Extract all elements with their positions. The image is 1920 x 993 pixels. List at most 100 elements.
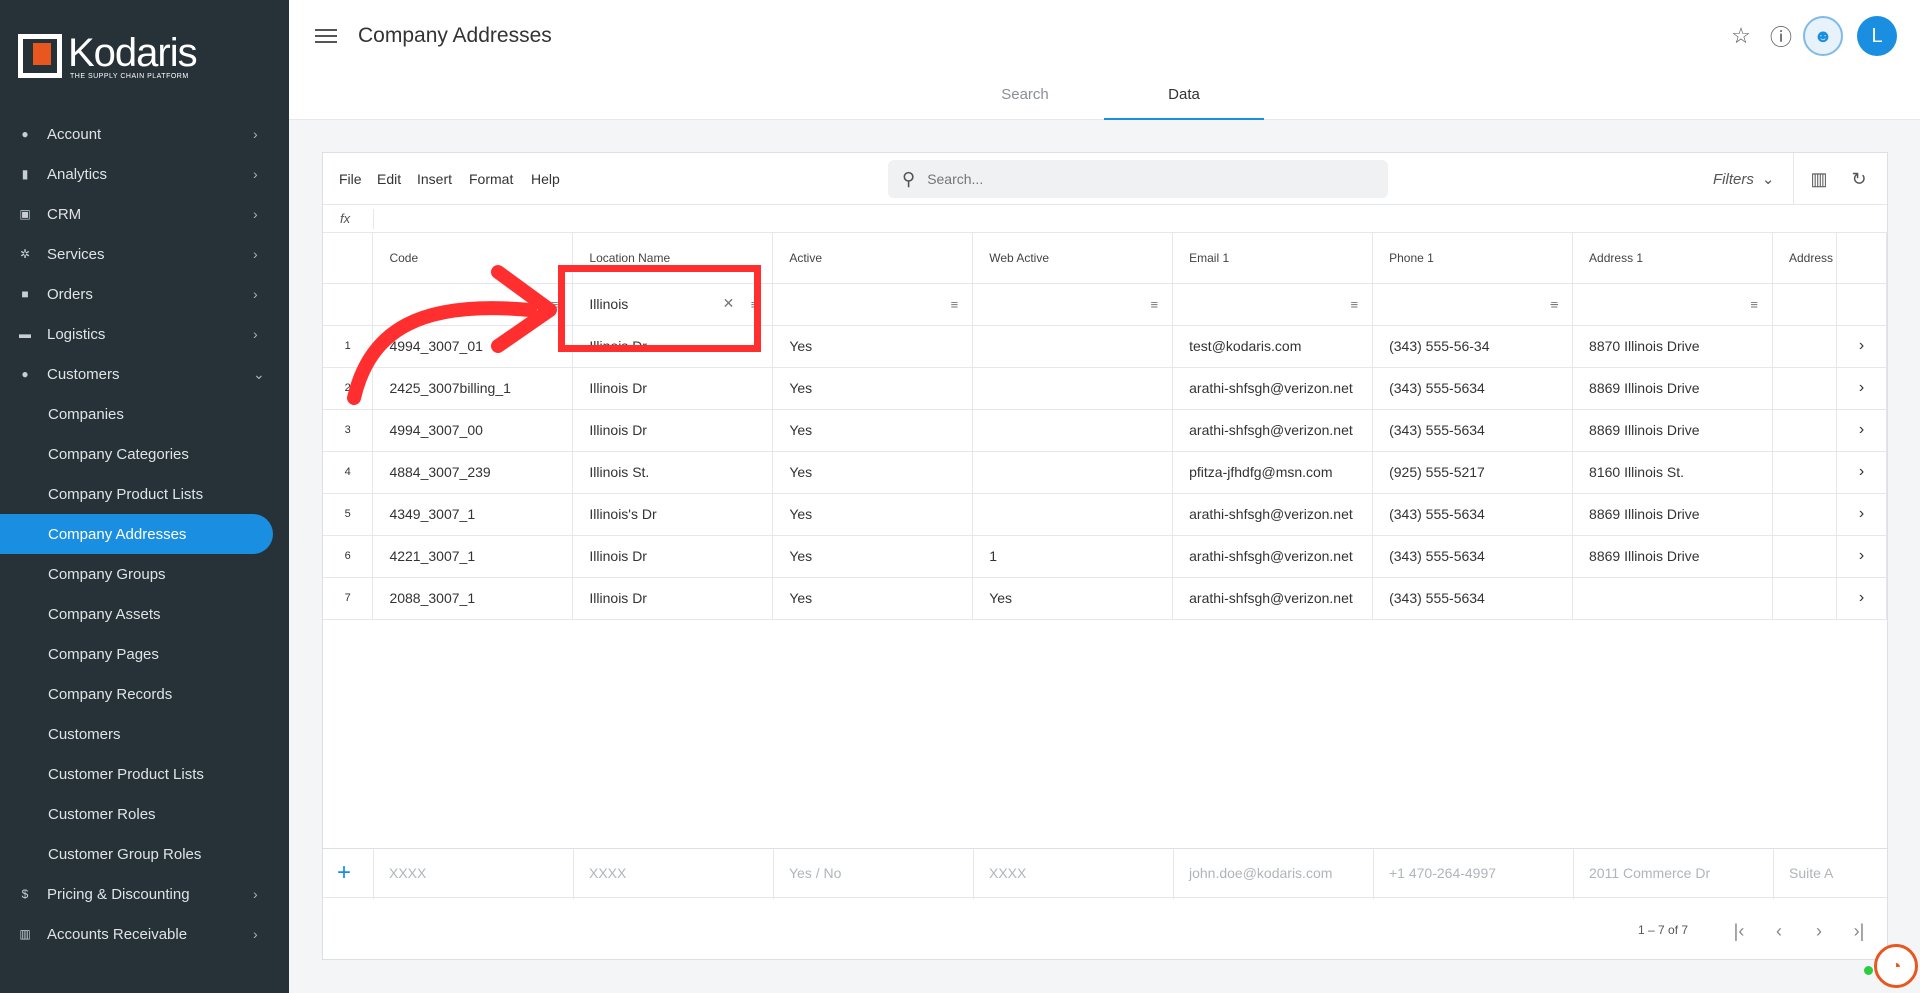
cell-active[interactable]: Yes [772, 493, 974, 536]
cell-email[interactable]: arathi-shfsgh@verizon.net [1172, 409, 1374, 452]
sidebar-item-services[interactable]: ✲ Services › [0, 234, 289, 274]
filter-icon[interactable]: ≡ [951, 297, 959, 312]
cell-address-2[interactable] [1772, 577, 1837, 620]
cell-active[interactable]: Yes [772, 409, 974, 452]
sidebar-item-crm[interactable]: ▣ CRM › [0, 194, 289, 234]
hamburger-menu-icon[interactable] [315, 26, 337, 48]
cell-addr[interactable]: 8869 Illinois Drive [1572, 367, 1773, 410]
sidebar-item-analytics[interactable]: ▮ Analytics › [0, 154, 289, 194]
cell-email[interactable]: arathi-shfsgh@verizon.net [1172, 535, 1374, 578]
sidebar-subitem-customers[interactable]: Customers [0, 714, 289, 754]
cell-name[interactable]: Illinois St. [572, 451, 774, 494]
filter-cell-phone[interactable]: ≡ [1372, 283, 1574, 326]
chevron-right-icon[interactable]: › [1836, 451, 1888, 494]
sidebar-item-account[interactable]: ● Account › [0, 114, 289, 154]
new-address-2-placeholder[interactable]: Suite A [1789, 865, 1837, 881]
cell-code[interactable]: 4349_3007_1 [372, 493, 574, 536]
column-header-web-active[interactable]: Web Active [972, 233, 1174, 284]
filter-off-icon[interactable]: ≡ [1550, 297, 1558, 312]
cell-address-2[interactable] [1772, 493, 1837, 536]
kodaris-logo[interactable]: Kodaris THE SUPPLY CHAIN PLATFORM [0, 0, 289, 112]
add-row-icon[interactable]: + [337, 859, 351, 887]
filter-cell-active[interactable]: ≡ [772, 283, 974, 326]
cell-address-2[interactable] [1772, 535, 1837, 578]
menu-insert[interactable]: Insert [417, 171, 452, 187]
cell-active[interactable]: Yes [772, 451, 974, 494]
cell-address-2[interactable] [1772, 367, 1837, 410]
table-row[interactable]: 7 2088_3007_1 Illinois Dr Yes Yes arathi-shfs… [323, 577, 1888, 620]
chevron-right-icon[interactable]: › [1836, 325, 1888, 368]
cell-active[interactable]: Yes [772, 367, 974, 410]
menu-help[interactable]: Help [531, 171, 560, 187]
cell-email[interactable]: pfitza-jfhdfg@msn.com [1172, 451, 1374, 494]
cell-address-2[interactable] [1772, 409, 1837, 452]
cell-addr[interactable]: 8869 Illinois Drive [1572, 493, 1773, 536]
columns-icon[interactable]: ▥ [1807, 167, 1831, 191]
filter-icon[interactable]: ≡ [1750, 297, 1758, 312]
cell-code[interactable]: 4221_3007_1 [372, 535, 574, 578]
star-icon[interactable]: ☆ [1727, 22, 1755, 50]
new-code-placeholder[interactable]: XXXX [389, 865, 426, 881]
chevron-right-icon[interactable]: › [1836, 367, 1888, 410]
cell-email[interactable]: arathi-shfsgh@verizon.net [1172, 367, 1374, 410]
sidebar-subitem-companies[interactable]: Companies [0, 394, 289, 434]
cell-phone[interactable]: (343) 555-5634 [1372, 493, 1574, 536]
tab-search[interactable]: Search [945, 86, 1105, 120]
new-active-placeholder[interactable]: Yes / No [789, 865, 841, 881]
cell-code[interactable]: 4994_3007_00 [372, 409, 574, 452]
next-page-icon[interactable]: › [1807, 919, 1831, 943]
table-row[interactable]: 4 4884_3007_239 Illinois St. Yes pfitza-jfhd… [323, 451, 1888, 494]
new-phone-placeholder[interactable]: +1 470-264-4997 [1389, 865, 1496, 881]
cell-web[interactable] [972, 325, 1174, 368]
cell-name[interactable]: Illinois's Dr [572, 493, 774, 536]
help-icon[interactable]: ⓘ [1767, 22, 1795, 50]
avatar[interactable]: L [1857, 16, 1897, 56]
cell-name[interactable]: Illinois Dr [572, 409, 774, 452]
cell-name[interactable]: Illinois Dr [572, 367, 774, 410]
cell-addr[interactable]: 8870 Illinois Drive [1572, 325, 1773, 368]
last-page-icon[interactable]: ›| [1847, 919, 1871, 943]
cell-web[interactable]: Yes [972, 577, 1174, 620]
chat-icon[interactable]: ◔ [1874, 944, 1918, 988]
table-row[interactable]: 3 4994_3007_00 Illinois Dr Yes arathi-shfsgh… [323, 409, 1888, 452]
cell-address-2[interactable] [1772, 325, 1837, 368]
chevron-right-icon[interactable]: › [1836, 409, 1888, 452]
cell-phone[interactable]: (343) 555-5634 [1372, 577, 1574, 620]
filter-icon[interactable]: ≡ [1151, 297, 1159, 312]
sidebar-subitem-customer-roles[interactable]: Customer Roles [0, 794, 289, 834]
menu-file[interactable]: File [339, 171, 362, 187]
cell-phone[interactable]: (343) 555-56-34 [1372, 325, 1574, 368]
table-row[interactable]: 5 4349_3007_1 Illinois's Dr Yes arathi-shfsg… [323, 493, 1888, 536]
column-header-phone[interactable]: Phone 1 [1372, 233, 1574, 284]
sidebar-item-customers[interactable]: ● Customers ⌄ [0, 354, 289, 394]
sidebar-item-pricing[interactable]: $ Pricing & Discounting › [0, 874, 289, 914]
filters-dropdown[interactable]: Filters ⌄ [1713, 170, 1774, 188]
sidebar-subitem-company-pages[interactable]: Company Pages [0, 634, 289, 674]
cell-email[interactable]: arathi-shfsgh@verizon.net [1172, 577, 1374, 620]
cell-name[interactable]: Illinois Dr [572, 577, 774, 620]
filter-cell-web-active[interactable]: ≡ [972, 283, 1174, 326]
filter-icon[interactable]: ≡ [1351, 297, 1359, 312]
cell-code[interactable]: 2088_3007_1 [372, 577, 574, 620]
cell-email[interactable]: test@kodaris.com [1172, 325, 1374, 368]
cell-address-2[interactable] [1772, 451, 1837, 494]
column-header-address-2[interactable]: Address [1772, 233, 1837, 284]
cell-phone[interactable]: (343) 555-5634 [1372, 409, 1574, 452]
cell-phone[interactable]: (925) 555-5217 [1372, 451, 1574, 494]
prev-page-icon[interactable]: ‹ [1767, 919, 1791, 943]
filter-cell-email[interactable]: ≡ [1172, 283, 1374, 326]
cell-name[interactable]: Illinois Dr [572, 535, 774, 578]
search-input[interactable] [927, 171, 1348, 187]
new-email-placeholder[interactable]: john.doe@kodaris.com [1189, 865, 1332, 881]
tab-data[interactable]: Data [1104, 86, 1264, 120]
cell-phone[interactable]: (343) 555-5634 [1372, 535, 1574, 578]
refresh-icon[interactable]: ↻ [1847, 167, 1871, 191]
sidebar-subitem-company-assets[interactable]: Company Assets [0, 594, 289, 634]
filter-cell-address-1[interactable]: ≡ [1572, 283, 1773, 326]
cell-code[interactable]: 4884_3007_239 [372, 451, 574, 494]
sidebar-subitem-company-addresses[interactable]: Company Addresses [0, 514, 273, 554]
table-row[interactable]: 6 4221_3007_1 Illinois Dr Yes 1 arathi-shfsgh… [323, 535, 1888, 578]
sidebar-subitem-company-categories[interactable]: Company Categories [0, 434, 289, 474]
cell-active[interactable]: Yes [772, 325, 974, 368]
cell-web[interactable] [972, 493, 1174, 536]
